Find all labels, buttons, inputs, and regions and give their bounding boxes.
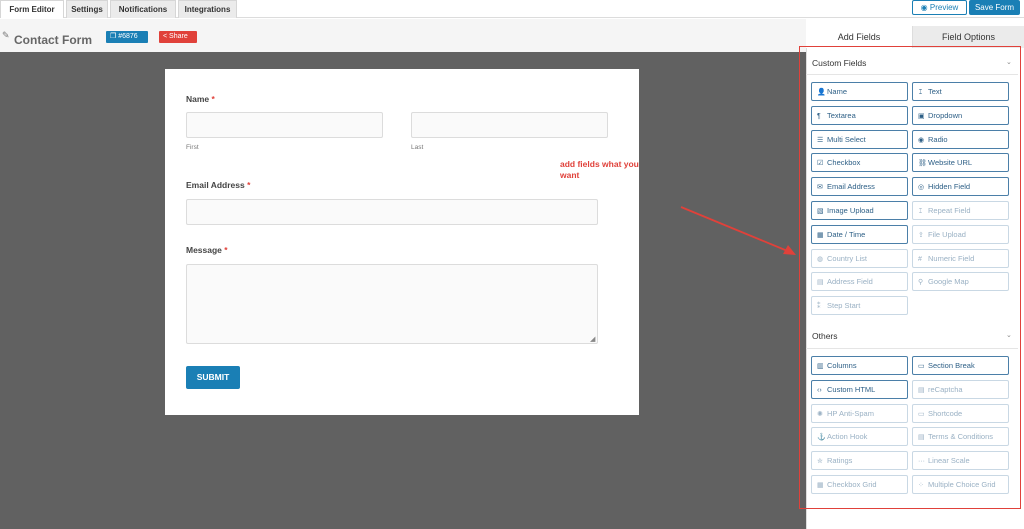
copy-icon: ❐ bbox=[110, 33, 117, 40]
first-name-input[interactable] bbox=[186, 112, 383, 138]
first-sublabel: First bbox=[186, 144, 199, 151]
share-icon: < bbox=[163, 33, 168, 40]
highlight-frame bbox=[799, 46, 1021, 509]
form-title[interactable]: Contact Form bbox=[14, 33, 92, 47]
preview-button[interactable]: ◉ Preview bbox=[912, 0, 967, 15]
tab-settings[interactable]: Settings bbox=[66, 0, 108, 18]
email-field-label: Email Address * bbox=[186, 180, 251, 190]
tab-field-options[interactable]: Field Options bbox=[912, 26, 1024, 48]
annotation-note: add fields what you want bbox=[560, 159, 639, 180]
share-button[interactable]: < Share bbox=[159, 31, 197, 43]
last-name-input[interactable] bbox=[411, 112, 608, 138]
required-mark: * bbox=[247, 180, 251, 190]
tab-add-fields[interactable]: Add Fields bbox=[806, 26, 912, 48]
pencil-icon[interactable]: ✎ bbox=[2, 31, 11, 40]
resize-handle-icon[interactable]: ◢ bbox=[590, 336, 595, 343]
save-form-button[interactable]: Save Form bbox=[969, 0, 1020, 15]
tab-form-editor[interactable]: Form Editor bbox=[0, 0, 64, 18]
tab-notifications[interactable]: Notifications bbox=[110, 0, 176, 18]
eye-icon: ◉ bbox=[920, 3, 928, 12]
submit-button[interactable]: SUBMIT bbox=[186, 366, 240, 389]
form-id-badge[interactable]: ❐ #6876 bbox=[106, 31, 148, 43]
message-field-label: Message * bbox=[186, 245, 228, 255]
required-mark: * bbox=[211, 94, 215, 104]
email-input[interactable] bbox=[186, 199, 598, 225]
share-button-label: Share bbox=[169, 33, 188, 40]
name-field-label: Name * bbox=[186, 94, 215, 104]
preview-button-label: Preview bbox=[929, 3, 959, 12]
form-id-text: #6876 bbox=[118, 33, 138, 40]
required-mark: * bbox=[224, 245, 228, 255]
message-textarea[interactable] bbox=[186, 264, 598, 344]
last-sublabel: Last bbox=[411, 144, 424, 151]
tab-integrations[interactable]: Integrations bbox=[178, 0, 237, 18]
